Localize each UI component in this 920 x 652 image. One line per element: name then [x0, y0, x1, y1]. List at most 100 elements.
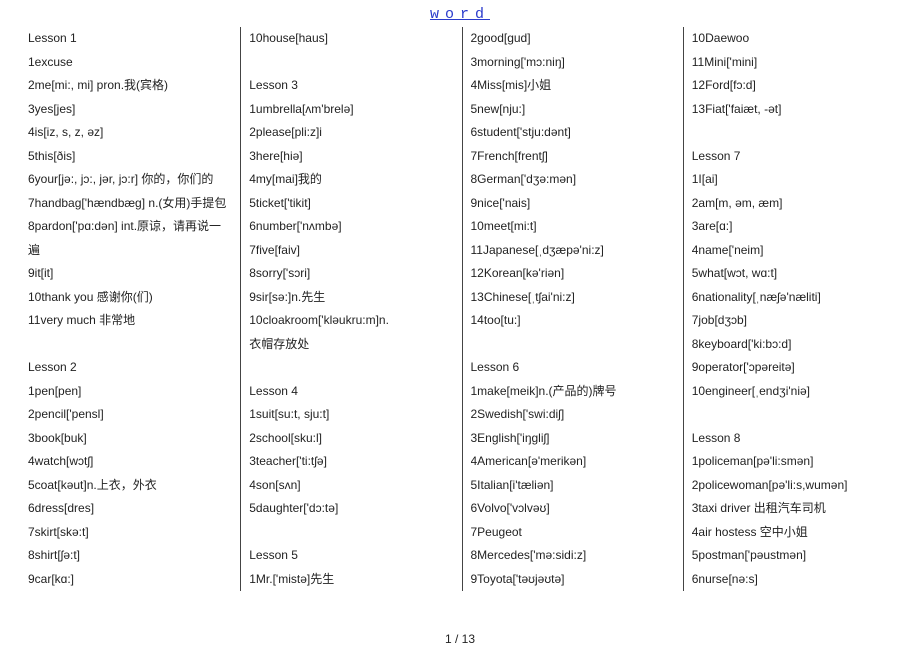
vocab-line: 2good[gud]	[471, 27, 675, 51]
vocab-line: 9operator['ɔpəreitə]	[692, 356, 896, 380]
vocab-line: 11Mini['mini]	[692, 51, 896, 75]
vocab-line: 3taxi driver 出租汽车司机	[692, 497, 896, 521]
vocab-line: 2Swedish['swi:diʃ]	[471, 403, 675, 427]
vocab-line: 10house[haus]	[249, 27, 453, 51]
vocab-line: 4my[mai]我的	[249, 168, 453, 192]
vocab-line: 13Chinese[ˌtʃai'ni:z]	[471, 286, 675, 310]
vocab-line: 9it[it]	[28, 262, 232, 286]
vocab-line: 4American[ə'merikən]	[471, 450, 675, 474]
vocab-line: 5postman['pəustmən]	[692, 544, 896, 568]
blank-line	[249, 521, 453, 545]
vocab-line: 2school[sku:l]	[249, 427, 453, 451]
blank-line	[692, 121, 896, 145]
vocab-line: 10cloakroom['kləukru:m]n.	[249, 309, 453, 333]
vocab-line: 8German['dʒə:mən]	[471, 168, 675, 192]
vocab-line: 7job[dʒɔb]	[692, 309, 896, 333]
vocab-line: 4air hostess 空中小姐	[692, 521, 896, 545]
blank-line	[249, 51, 453, 75]
blank-line	[471, 333, 675, 357]
column: 10house[haus] Lesson 31umbrella[ʌm'brelə]…	[241, 27, 462, 591]
vocab-line: 10thank you 感谢你(们)	[28, 286, 232, 310]
vocab-line: 9car[kɑ:]	[28, 568, 232, 592]
page-footer: 1 / 13	[0, 632, 920, 646]
vocab-line: Lesson 5	[249, 544, 453, 568]
vocab-line: 8Mercedes['mə:sidi:z]	[471, 544, 675, 568]
vocab-line: 5Italian[i'tæliən]	[471, 474, 675, 498]
vocab-line: 3yes[jes]	[28, 98, 232, 122]
blank-line	[249, 356, 453, 380]
vocab-line: 4Miss[mis]小姐	[471, 74, 675, 98]
vocab-line: 1excuse	[28, 51, 232, 75]
vocab-line: 1umbrella[ʌm'brelə]	[249, 98, 453, 122]
vocab-line: 6nurse[nə:s]	[692, 568, 896, 592]
vocab-line: 3English['iŋgliʃ]	[471, 427, 675, 451]
vocab-line: 8sorry['sɔri]	[249, 262, 453, 286]
vocab-line: 10Daewoo	[692, 27, 896, 51]
vocab-line: 4son[sʌn]	[249, 474, 453, 498]
vocab-line: 8keyboard['ki:bɔ:d]	[692, 333, 896, 357]
vocab-line: 10engineer[ˌendʒi'niə]	[692, 380, 896, 404]
vocab-line: 3teacher['ti:tʃə]	[249, 450, 453, 474]
columns-container: Lesson 11excuse2me[mi:, mi] pron.我(宾格)3y…	[0, 23, 920, 591]
column: 2good[gud]3morning['mɔ:niŋ]4Miss[mis]小姐5…	[463, 27, 684, 591]
vocab-line: 2policewoman[pə'li:s,wumən]	[692, 474, 896, 498]
vocab-line: Lesson 7	[692, 145, 896, 169]
vocab-line: 4is[iz, s, z, əz]	[28, 121, 232, 145]
vocab-line: 7handbag['hændbæg] n.(女用)手提包	[28, 192, 232, 216]
blank-line	[28, 333, 232, 357]
vocab-line: 2pencil['pensl]	[28, 403, 232, 427]
vocab-line: 7French[frentʃ]	[471, 145, 675, 169]
vocab-line: 11Japanese[ˌdʒæpə'ni:z]	[471, 239, 675, 263]
vocab-line: 1policeman[pə'li:smən]	[692, 450, 896, 474]
vocab-line: 5what[wɔt, wɑ:t]	[692, 262, 896, 286]
document-header: word	[0, 0, 920, 23]
vocab-line: 6student['stju:dənt]	[471, 121, 675, 145]
vocab-line: 5daughter['dɔ:tə]	[249, 497, 453, 521]
vocab-line: Lesson 3	[249, 74, 453, 98]
vocab-line: 2me[mi:, mi] pron.我(宾格)	[28, 74, 232, 98]
vocab-line: 3morning['mɔ:niŋ]	[471, 51, 675, 75]
vocab-line: 6number['nʌmbə]	[249, 215, 453, 239]
vocab-line: 6Volvo['vɔlvəʊ]	[471, 497, 675, 521]
vocab-line: 2please[pli:z]i	[249, 121, 453, 145]
vocab-line: 12Korean[kə'riən]	[471, 262, 675, 286]
column: 10Daewoo11Mini['mini]12Ford[fɔ:d]13Fiat[…	[684, 27, 904, 591]
vocab-line: 14too[tu:]	[471, 309, 675, 333]
vocab-line: 1make[meik]n.(产品的)牌号	[471, 380, 675, 404]
vocab-line: 9Toyota['təʊjəʊtə]	[471, 568, 675, 592]
column: Lesson 11excuse2me[mi:, mi] pron.我(宾格)3y…	[20, 27, 241, 591]
vocab-line: 衣帽存放处	[249, 333, 453, 357]
vocab-line: 遍	[28, 239, 232, 263]
vocab-line: 1I[ai]	[692, 168, 896, 192]
header-title: word	[430, 6, 490, 23]
page-number: 1 / 13	[445, 632, 475, 646]
vocab-line: 6dress[dres]	[28, 497, 232, 521]
vocab-line: 7skirt[skə:t]	[28, 521, 232, 545]
vocab-line: 3are[ɑ:]	[692, 215, 896, 239]
vocab-line: 13Fiat['faiæt, -ət]	[692, 98, 896, 122]
vocab-line: 5this[ðis]	[28, 145, 232, 169]
vocab-line: 5new[nju:]	[471, 98, 675, 122]
vocab-line: 3book[buk]	[28, 427, 232, 451]
vocab-line: 2am[m, əm, æm]	[692, 192, 896, 216]
vocab-line: 7five[faiv]	[249, 239, 453, 263]
blank-line	[692, 403, 896, 427]
vocab-line: 4watch[wɔtʃ]	[28, 450, 232, 474]
vocab-line: 7Peugeot	[471, 521, 675, 545]
vocab-line: 5coat[kəut]n.上衣，外衣	[28, 474, 232, 498]
vocab-line: 6nationality[ˌnæʃə'næliti]	[692, 286, 896, 310]
vocab-line: 8pardon['pɑ:dən] int.原谅，请再说一	[28, 215, 232, 239]
vocab-line: Lesson 4	[249, 380, 453, 404]
vocab-line: 1Mr.['mistə]先生	[249, 568, 453, 592]
vocab-line: 4name['neim]	[692, 239, 896, 263]
vocab-line: Lesson 8	[692, 427, 896, 451]
vocab-line: 8shirt[ʃə:t]	[28, 544, 232, 568]
vocab-line: 5ticket['tikit]	[249, 192, 453, 216]
vocab-line: Lesson 6	[471, 356, 675, 380]
vocab-line: 9sir[sə:]n.先生	[249, 286, 453, 310]
vocab-line: 1suit[su:t, sju:t]	[249, 403, 453, 427]
vocab-line: Lesson 2	[28, 356, 232, 380]
vocab-line: Lesson 1	[28, 27, 232, 51]
vocab-line: 6your[jə:, jɔ:, jər, jɔ:r] 你的，你们的	[28, 168, 232, 192]
vocab-line: 12Ford[fɔ:d]	[692, 74, 896, 98]
